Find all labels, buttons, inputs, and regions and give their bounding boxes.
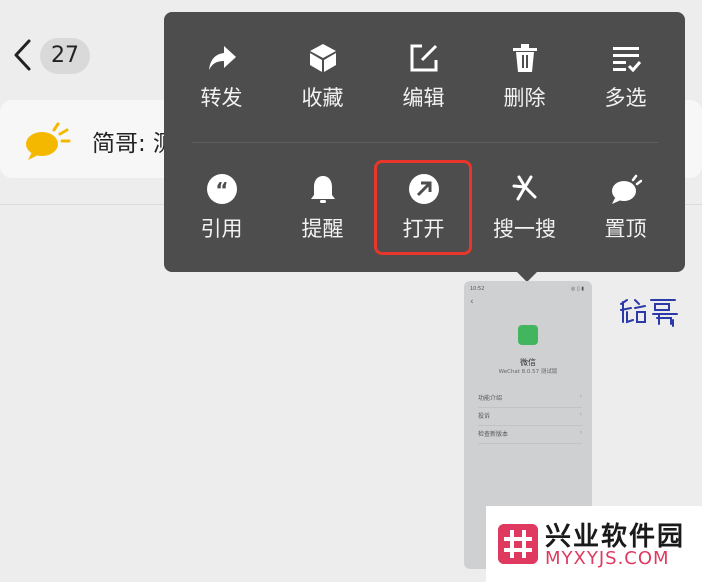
favorite-cube-icon [309, 44, 336, 72]
menu-item-forward[interactable]: 转发 [171, 42, 272, 154]
menu-item-quote[interactable]: “ 引用 [171, 173, 272, 285]
menu-item-label: 引用 [200, 217, 243, 241]
forward-icon [208, 46, 236, 70]
pinned-bubble-icon [26, 122, 71, 160]
thumb-row: 投诉 › [478, 411, 582, 426]
thumb-row: 功能介绍 › [478, 393, 582, 408]
menu-item-label: 编辑 [402, 86, 445, 110]
menu-item-search[interactable]: 搜一搜 [474, 173, 575, 285]
pin-top-icon [611, 174, 642, 204]
wechat-app-icon [518, 325, 538, 345]
trash-icon [512, 44, 537, 72]
thumb-status-icons: ◎ ▯ ▮ [570, 286, 584, 292]
thumb-row: 检查新版本 › [478, 429, 582, 444]
bell-icon [310, 176, 335, 203]
quote-icon: “ [206, 174, 237, 204]
menu-item-label: 收藏 [301, 86, 344, 110]
thumb-back-icon: ‹ [470, 297, 474, 307]
menu-item-remind[interactable]: 提醒 [272, 173, 373, 285]
menu-item-edit[interactable]: 编辑 [373, 42, 474, 154]
search-sparkle-icon [512, 175, 536, 201]
thumb-row-label: 功能介绍 [478, 395, 503, 402]
menu-item-label: 多选 [604, 86, 647, 110]
menu-item-pin[interactable]: 置顶 [575, 173, 676, 285]
thumb-status-time: 10:52 [470, 286, 485, 292]
thumb-row-label: 检查新版本 [478, 431, 509, 438]
menu-item-label: 删除 [503, 86, 546, 110]
thumb-row-label: 投诉 [478, 413, 491, 420]
thumb-version: WeChat 8.0.57 测试版 [498, 369, 558, 375]
highlight-box [374, 160, 472, 255]
multi-select-icon [612, 47, 641, 73]
menu-item-label: 提醒 [301, 217, 344, 241]
svg-text:“: “ [215, 178, 228, 202]
menu-item-label: 置顶 [604, 217, 647, 241]
edit-icon [410, 44, 437, 72]
watermark-url: MYXYJS.COM [545, 548, 670, 569]
menu-item-favorite[interactable]: 收藏 [272, 42, 373, 154]
handwritten-signature [620, 299, 678, 327]
unread-count-badge: 27 [40, 38, 90, 74]
back-arrow-icon[interactable] [10, 38, 36, 72]
menu-item-multiselect[interactable]: 多选 [575, 42, 676, 154]
watermark-logo-icon [498, 524, 538, 564]
menu-item-label: 搜一搜 [493, 217, 556, 241]
menu-item-delete[interactable]: 删除 [474, 42, 575, 154]
menu-item-label: 转发 [200, 86, 243, 110]
